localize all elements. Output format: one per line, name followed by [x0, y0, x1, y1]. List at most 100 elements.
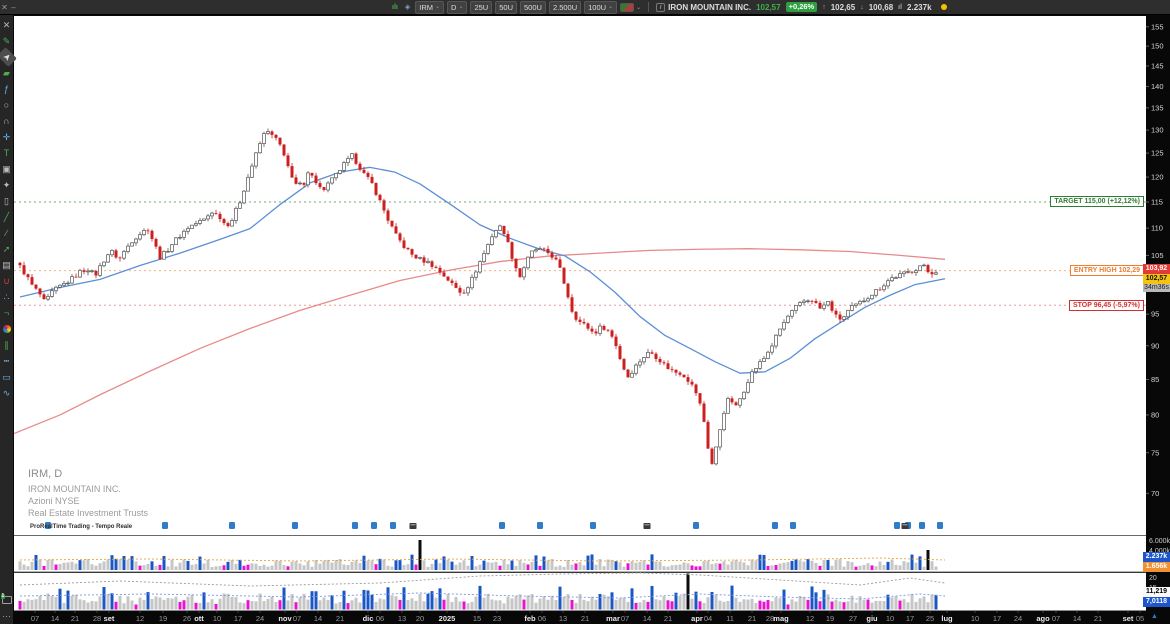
- segment-icon[interactable]: ∕: [1, 225, 13, 241]
- channel-icon[interactable]: ∥: [1, 337, 13, 353]
- volume-axis-tick: 6.000k: [1149, 537, 1170, 546]
- dividend-event-icon[interactable]: [352, 522, 358, 529]
- qty-button-50[interactable]: 50U: [495, 1, 517, 14]
- dividend-event-icon[interactable]: [590, 522, 596, 529]
- dividend-event-icon[interactable]: [229, 522, 235, 529]
- symbol-dropdown[interactable]: IRM ⌄: [415, 1, 444, 14]
- svg-text:set: set: [1123, 614, 1134, 623]
- svg-text:14: 14: [1073, 614, 1081, 623]
- earnings-event-icon[interactable]: [644, 523, 651, 529]
- svg-text:140: 140: [1151, 82, 1164, 91]
- svg-text:125: 125: [1151, 149, 1164, 158]
- svg-text:05: 05: [1136, 614, 1144, 623]
- timeframe-dropdown[interactable]: D ⌄: [447, 1, 467, 14]
- volume-current-badge: 2.237k: [1143, 552, 1170, 562]
- indicators-icon[interactable]: ƒ: [1, 81, 13, 97]
- svg-text:130: 130: [1151, 126, 1164, 135]
- key-levels-icon[interactable]: ¬: [1, 305, 13, 321]
- chevron-down-icon: ⌄: [608, 3, 613, 12]
- svg-text:nov: nov: [278, 614, 292, 623]
- color-wheel-icon[interactable]: [1, 321, 13, 337]
- eraser-icon[interactable]: ▰: [1, 65, 13, 81]
- quote-low: 100,68: [869, 3, 893, 12]
- zoom-icon[interactable]: ○: [1, 97, 13, 113]
- pattern-icon[interactable]: ∴: [1, 289, 13, 305]
- candle-countdown-badge: 34m36s: [1143, 284, 1170, 292]
- svg-text:21: 21: [1094, 614, 1102, 623]
- volume-bars-icon: ıl: [898, 4, 902, 11]
- qty-button-500[interactable]: 500U: [520, 1, 546, 14]
- day-high-badge: 103,92: [1143, 264, 1170, 274]
- earnings-event-icon[interactable]: [902, 523, 909, 529]
- dotted-line-icon[interactable]: ┅: [1, 353, 13, 369]
- target-level-label[interactable]: TARGET 115,00 (+12,12%): [1050, 196, 1144, 207]
- anchor-tool-icon[interactable]: ◈: [403, 1, 412, 14]
- trend-draw-icon[interactable]: ✎: [1, 33, 13, 49]
- dividend-event-icon[interactable]: [390, 522, 396, 529]
- svg-text:85: 85: [1151, 375, 1159, 384]
- zigzag-icon[interactable]: ∿: [1, 385, 13, 401]
- stop-level-label[interactable]: STOP 96,45 (-5,97%): [1069, 300, 1144, 311]
- qty-button-25[interactable]: 25U: [470, 1, 492, 14]
- dividend-event-icon[interactable]: [937, 522, 943, 529]
- svg-text:24: 24: [1014, 614, 1022, 623]
- earnings-event-icon[interactable]: [410, 523, 417, 529]
- close-icon[interactable]: ✕: [0, 0, 9, 15]
- chevron-down-icon: ⌄: [458, 3, 463, 12]
- more-menu-icon[interactable]: ⋯: [1, 608, 13, 624]
- quote-symbol-name: IRON MOUNTAIN INC.: [668, 3, 751, 12]
- svg-text:12: 12: [806, 614, 814, 623]
- dividend-event-icon[interactable]: [162, 522, 168, 529]
- arrow-draw-icon[interactable]: ➚: [1, 241, 13, 257]
- dividend-event-icon[interactable]: [919, 522, 925, 529]
- svg-text:11: 11: [726, 614, 734, 623]
- dividend-event-icon[interactable]: [790, 522, 796, 529]
- dividend-event-icon[interactable]: [499, 522, 505, 529]
- alert-bell-icon[interactable]: ∩: [1, 113, 13, 129]
- dividend-event-icon[interactable]: [772, 522, 778, 529]
- dividend-event-icon[interactable]: [894, 522, 900, 529]
- svg-text:120: 120: [1151, 173, 1164, 182]
- qty-dropdown[interactable]: 100U ⌄: [584, 1, 617, 14]
- symbol-title: IRM, D: [28, 468, 148, 480]
- magnet-icon[interactable]: ∪: [1, 273, 13, 289]
- settings-tools-icon[interactable]: ✦: [1, 177, 13, 193]
- move-icon[interactable]: ✛: [1, 129, 13, 145]
- cursor-icon[interactable]: ➤: [0, 47, 16, 67]
- chevron-down-icon: ⌄: [636, 4, 641, 11]
- layout-monitor-icon[interactable]: 1: [1, 592, 13, 608]
- close-toolbar-icon[interactable]: ✕: [1, 17, 13, 33]
- svg-text:14: 14: [51, 614, 59, 623]
- last-price-badge: 102,57: [1143, 274, 1170, 284]
- svg-text:10: 10: [213, 614, 221, 623]
- trendline-icon[interactable]: ╱: [1, 209, 13, 225]
- minimize-icon[interactable]: –: [9, 0, 18, 15]
- svg-text:10: 10: [886, 614, 894, 623]
- symbol-sector: Real Estate Investment Trusts: [28, 507, 148, 519]
- trash-icon[interactable]: ▯: [1, 193, 13, 209]
- volume-average-badge: 1.656k: [1143, 562, 1170, 572]
- mini-candles-icon[interactable]: ılı: [390, 1, 400, 14]
- platform-watermark: ProRealTime Trading - Tempo Reale: [30, 524, 132, 530]
- text-tool-icon[interactable]: T: [1, 145, 13, 161]
- svg-text:13: 13: [398, 614, 406, 623]
- quote-volume: 2.237k: [907, 3, 931, 12]
- svg-text:07: 07: [293, 614, 301, 623]
- dividend-event-icon[interactable]: [693, 522, 699, 529]
- svg-text:giu: giu: [866, 614, 878, 623]
- svg-text:17: 17: [993, 614, 1001, 623]
- dividend-event-icon[interactable]: [537, 522, 543, 529]
- main-chart[interactable]: 1551501451401351301251201151101051009590…: [0, 0, 1170, 624]
- scroll-latest-icon[interactable]: ▲: [1151, 613, 1158, 620]
- dividend-event-icon[interactable]: [292, 522, 298, 529]
- svg-text:set: set: [104, 614, 115, 623]
- info-icon[interactable]: i: [656, 3, 665, 12]
- entry-level-label[interactable]: ENTRY HIGH 102,29: [1070, 265, 1144, 276]
- fibonacci-icon[interactable]: ▤: [1, 257, 13, 273]
- qty-button-2500[interactable]: 2.500U: [549, 1, 581, 14]
- duplicate-icon[interactable]: ▣: [1, 161, 13, 177]
- rectangle-tool-icon[interactable]: ▭: [1, 369, 13, 385]
- chart-type-dropdown[interactable]: ⌄: [620, 3, 641, 12]
- chart-type-icon: [620, 3, 634, 12]
- dividend-event-icon[interactable]: [371, 522, 377, 529]
